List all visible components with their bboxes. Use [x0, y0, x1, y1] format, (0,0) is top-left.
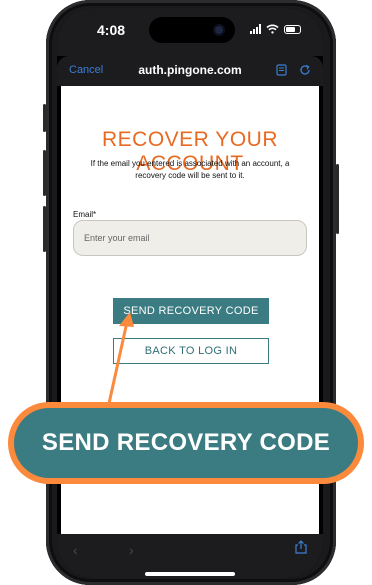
callout-arrow	[106, 312, 134, 409]
callout-label: SEND RECOVERY CODE	[14, 408, 358, 478]
callout: SEND RECOVERY CODE	[8, 402, 364, 484]
